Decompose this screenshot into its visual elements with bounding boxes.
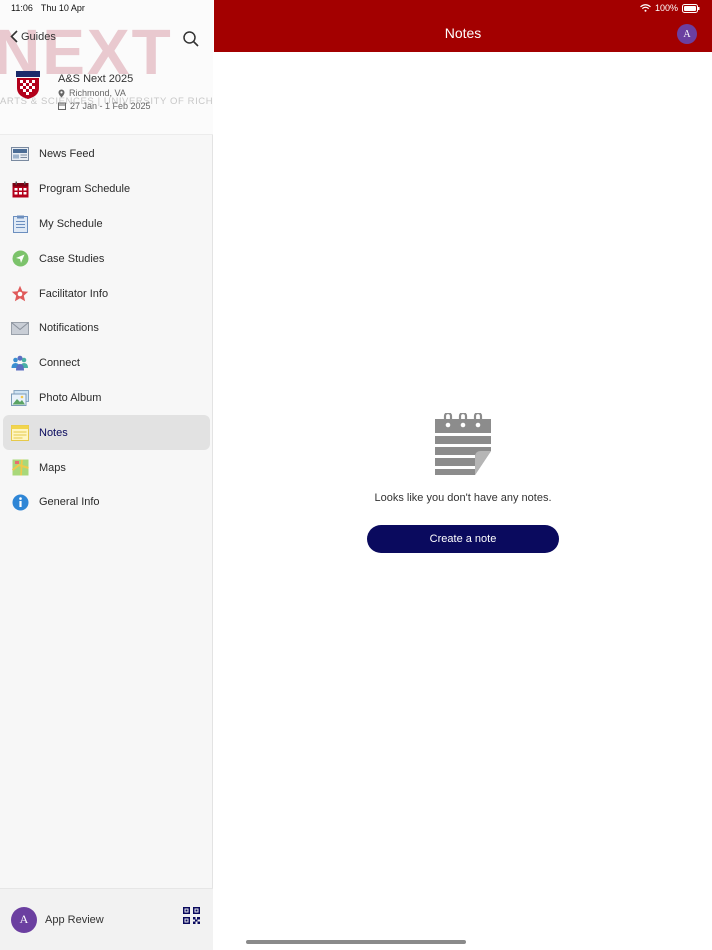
status-time: 11:06 [11, 3, 33, 13]
user-footer[interactable]: A App Review [0, 888, 213, 950]
sidebar-item-label: Maps [39, 461, 66, 474]
chevron-left-icon [10, 30, 18, 43]
sidebar-item-my-schedule[interactable]: My Schedule [0, 207, 213, 242]
clipboard-icon [11, 215, 29, 233]
notepad-icon [435, 413, 491, 475]
event-location: Richmond, VA [58, 88, 126, 98]
page-title: Notes [444, 25, 482, 41]
sidebar-item-photo-album[interactable]: Photo Album [0, 381, 213, 416]
event-location-text: Richmond, VA [69, 88, 126, 98]
sidebar-item-label: Facilitator Info [39, 287, 109, 300]
university-shield-logo [16, 71, 40, 99]
sidebar-item-maps[interactable]: Maps [0, 450, 213, 485]
sidebar-item-connect[interactable]: Connect [0, 346, 213, 381]
location-pin-icon [58, 89, 65, 97]
navigation-bar: Notes A [214, 0, 712, 52]
map-icon [11, 459, 29, 477]
sidebar-item-case-studies[interactable]: Case Studies [0, 241, 213, 276]
star-icon [11, 285, 29, 303]
sidebar-item-news-feed[interactable]: News Feed [0, 137, 213, 172]
avatar[interactable]: A [11, 906, 37, 933]
empty-state-message: Looks like you don't have any notes. [374, 492, 552, 504]
sidebar-item-program-schedule[interactable]: Program Schedule [0, 172, 213, 207]
event-dates-text: 27 Jan - 1 Feb 2025 [70, 101, 151, 111]
photo-icon [11, 389, 29, 407]
envelope-icon [11, 319, 29, 337]
info-icon [11, 493, 29, 511]
sidebar-nav: News Feed Program Schedule My Schedule C… [0, 137, 213, 520]
status-date: Thu 10 Apr [40, 3, 85, 13]
search-icon[interactable] [182, 30, 200, 48]
home-indicator[interactable] [246, 940, 466, 944]
battery-icon [682, 3, 700, 13]
wifi-icon [640, 4, 651, 12]
avatar[interactable]: A [677, 24, 697, 44]
sidebar-item-notifications[interactable]: Notifications [0, 311, 213, 346]
sidebar: NEXT ARTS & SCIENCES | UNIVERSITY OF RIC… [0, 0, 213, 950]
sidebar-item-label: Notes [39, 426, 68, 439]
back-button[interactable]: Guides [10, 30, 56, 43]
status-bar-right: 100% [640, 3, 700, 13]
sidebar-item-label: Notifications [39, 322, 99, 335]
sidebar-item-label: Program Schedule [39, 183, 131, 196]
qr-code-icon[interactable] [183, 907, 200, 924]
battery-percentage: 100% [654, 3, 678, 13]
event-header: NEXT ARTS & SCIENCES | UNIVERSITY OF RIC… [0, 0, 213, 135]
user-name: App Review [45, 913, 104, 926]
notes-icon [11, 424, 29, 442]
event-dates: 27 Jan - 1 Feb 2025 [58, 101, 151, 111]
calendar-icon [11, 180, 29, 198]
create-note-button[interactable]: Create a note [367, 525, 559, 553]
sidebar-item-general-info[interactable]: General Info [0, 485, 213, 520]
sidebar-item-label: Connect [39, 357, 80, 370]
sidebar-item-notes[interactable]: Notes [3, 415, 210, 451]
sidebar-item-label: Case Studies [39, 252, 105, 265]
status-bar-left: 11:06 Thu 10 Apr [11, 3, 85, 13]
sidebar-item-facilitator-info[interactable]: Facilitator Info [0, 276, 213, 311]
back-button-label: Guides [21, 30, 56, 43]
location-arrow-icon [11, 250, 29, 268]
sidebar-item-label: Photo Album [39, 391, 102, 404]
calendar-small-icon [58, 102, 66, 110]
people-icon [11, 354, 29, 372]
sidebar-item-label: News Feed [39, 148, 95, 161]
news-feed-icon [11, 145, 29, 163]
sidebar-item-label: My Schedule [39, 217, 103, 230]
sidebar-item-label: General Info [39, 496, 100, 509]
event-title: A&S Next 2025 [58, 73, 134, 85]
